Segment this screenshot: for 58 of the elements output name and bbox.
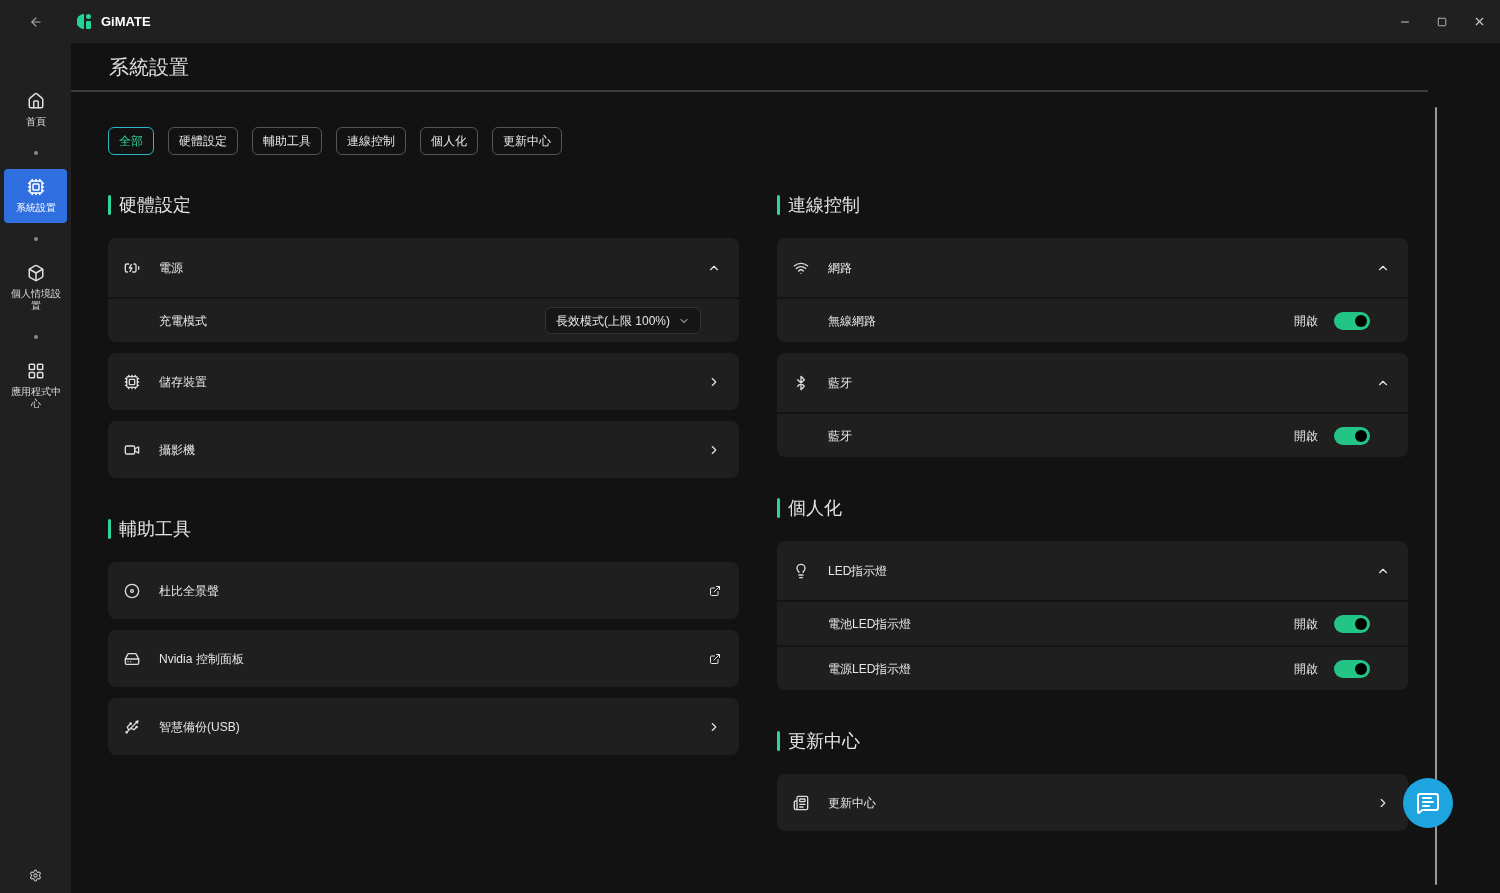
setting-label: 電池LED指示燈: [828, 615, 912, 633]
card-title: 藍牙: [828, 374, 853, 392]
document-icon: [793, 794, 809, 811]
setting-label: 無線網路: [828, 312, 876, 330]
sidebar-item[interactable]: 系統設置: [4, 169, 67, 223]
external-link-icon[interactable]: [709, 652, 721, 665]
toggle-switch[interactable]: [1334, 614, 1370, 633]
chat-icon: [1416, 791, 1440, 815]
sidebar-item[interactable]: 首頁: [4, 83, 67, 137]
chip-icon: [26, 178, 45, 196]
grid-icon: [26, 362, 45, 380]
card-title: LED指示燈: [828, 562, 889, 580]
section-heading: 硬體設定: [119, 193, 191, 217]
setting-label: 電源LED指示燈: [828, 660, 912, 678]
home-icon: [26, 92, 45, 110]
chip-icon: [124, 373, 140, 390]
card-title: 電源: [159, 259, 184, 277]
toggle-state-label: 開啟: [1294, 615, 1318, 633]
sidebar-item[interactable]: 個人情境設置: [4, 255, 67, 321]
logo-icon: [77, 14, 94, 29]
section-heading: 連線控制: [788, 193, 860, 217]
toggle-state-label: 開啟: [1294, 660, 1318, 678]
toggle-state-label: 開啟: [1294, 312, 1318, 330]
lightbulb-icon: [793, 562, 809, 579]
filter-tab[interactable]: 全部: [108, 127, 154, 155]
filter-tab[interactable]: 個人化: [420, 127, 478, 155]
card-title: Nvidia 控制面板: [159, 650, 245, 668]
close-icon[interactable]: [1473, 15, 1486, 28]
section-heading: 更新中心: [788, 729, 860, 753]
card-title: 網路: [828, 259, 853, 277]
filter-tab[interactable]: 輔助工具: [252, 127, 322, 155]
app-name: GiMATE: [101, 12, 151, 31]
card-title: 智慧備份(USB): [159, 718, 241, 736]
maximize-icon[interactable]: [1437, 16, 1447, 27]
back-icon[interactable]: [28, 14, 43, 29]
cube-icon: [26, 264, 45, 282]
scrollbar[interactable]: [1434, 107, 1437, 885]
card-title: 更新中心: [828, 794, 877, 812]
card-title: 杜比全景聲: [159, 582, 220, 600]
card-title: 攝影機: [159, 441, 196, 459]
external-link-icon[interactable]: [709, 584, 721, 597]
filter-tab[interactable]: 更新中心: [492, 127, 562, 155]
section-heading: 個人化: [788, 496, 842, 520]
toggle-switch[interactable]: [1334, 426, 1370, 445]
section-heading: 輔助工具: [119, 517, 191, 541]
charge-mode-dropdown[interactable]: 長效模式(上限 100%): [544, 307, 701, 334]
settings-icon[interactable]: [29, 869, 42, 882]
filter-tab[interactable]: 連線控制: [336, 127, 406, 155]
toggle-switch[interactable]: [1334, 311, 1370, 330]
usb-icon: [124, 718, 140, 735]
page-title: 系統設置: [109, 54, 189, 80]
toggle-switch[interactable]: [1334, 659, 1370, 678]
sidebar-item[interactable]: 應用程式中心: [4, 353, 67, 419]
setting-label: 藍牙: [828, 427, 852, 445]
setting-label: 充電模式: [159, 312, 207, 330]
card-title: 儲存裝置: [159, 373, 208, 391]
filter-tab[interactable]: 硬體設定: [168, 127, 238, 155]
toggle-state-label: 開啟: [1294, 427, 1318, 445]
